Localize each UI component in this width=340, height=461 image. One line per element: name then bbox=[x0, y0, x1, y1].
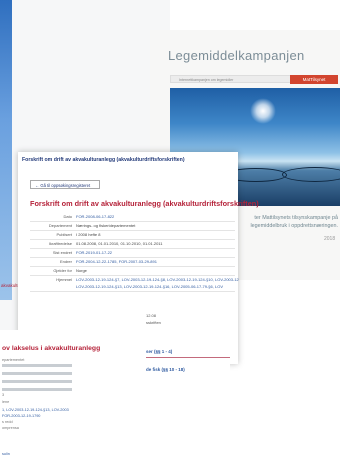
divider bbox=[2, 380, 72, 383]
meta-key: Sist endret bbox=[52, 250, 72, 255]
back-to-register-button[interactable]: ← Gå til oppsøkingsregisteret bbox=[30, 180, 100, 189]
meta-key: Publisert bbox=[56, 232, 72, 237]
meta-key: Gjelder for bbox=[53, 268, 72, 273]
fish-pen-ring bbox=[282, 167, 340, 182]
fragment-text: 3 bbox=[2, 393, 5, 397]
meta-value: I 2008 hefte 8 bbox=[76, 232, 101, 237]
fragment-text: epartementet bbox=[2, 358, 25, 362]
meta-link[interactable]: FOR-2019-01-17-22 bbox=[76, 250, 112, 255]
background-sky-image bbox=[0, 0, 12, 300]
divider bbox=[146, 357, 230, 358]
fragment-text: omprensa bbox=[2, 426, 19, 430]
meta-key: Departement bbox=[48, 223, 72, 228]
campaign-caption: ter Mattilsynets tilsynskampanje på lege… bbox=[230, 214, 338, 230]
fragment-link[interactable]: FOR-2003-12-19-1790 bbox=[2, 414, 40, 418]
campaign-year: 2018 bbox=[324, 236, 336, 242]
meta-link[interactable]: FOR-2004-12-22-1785, FOR-2007-03-29-891 bbox=[76, 259, 157, 264]
caption-line: ter Mattilsynets tilsynskampanje på bbox=[254, 215, 338, 221]
campaign-logo[interactable]: Legemiddelkampanjen bbox=[168, 48, 305, 63]
mattilsynet-button[interactable]: MatTilsynet bbox=[290, 75, 338, 84]
chapter-link[interactable]: de fisk (§§ 10 - 18) bbox=[146, 367, 185, 372]
divider bbox=[2, 364, 72, 367]
meta-link[interactable]: FOR-2008-06-17-822 bbox=[76, 214, 114, 219]
footer-link[interactable]: sulin bbox=[2, 452, 10, 456]
meta-value: Nærings- og fiskeridepartementet bbox=[76, 223, 136, 228]
fragment-link[interactable]: 1, LOV-2003-12-19-124-§13, LOV-2003 bbox=[2, 408, 69, 412]
caption-line: legemiddelbruk i oppdrettsnæringen. bbox=[250, 223, 338, 229]
divider bbox=[2, 372, 72, 375]
regulation-title: Forskrift om drift av akvakulturanlegg (… bbox=[30, 199, 259, 208]
meta-value: Norge bbox=[76, 268, 87, 273]
date-fragment: 12.08 bbox=[146, 313, 157, 318]
fragment-text: s redd bbox=[2, 420, 13, 424]
meta-value: 01.08.2008, 01.01.2010, 01.10.2010, 01.0… bbox=[76, 241, 163, 246]
sun-glare bbox=[250, 98, 276, 124]
meta-key: Ikrafttredelse bbox=[48, 241, 72, 246]
meta-key: Dato bbox=[63, 214, 72, 219]
text-fragment: sskriften bbox=[146, 320, 161, 325]
meta-key: Endrer bbox=[59, 259, 72, 264]
divider bbox=[2, 388, 72, 391]
table-row: LOV-2003-12-19-124-§13, LOV-2003-12-19-1… bbox=[30, 282, 235, 292]
meta-link[interactable]: LOV-2003-12-19-124-§13, LOV-2003-12-19-1… bbox=[76, 284, 223, 289]
background-title: ov lakselus i akvakulturanlegg bbox=[2, 345, 101, 352]
chapter-link[interactable]: ser (§§ 1 - 4) bbox=[146, 349, 172, 354]
campaign-nav-bar[interactable]: Internettkampanjen om legemidler bbox=[170, 75, 300, 83]
fragment-text: lene bbox=[2, 400, 10, 404]
window-heading: Forskrift om drift av akvakulturanlegg (… bbox=[22, 157, 185, 163]
